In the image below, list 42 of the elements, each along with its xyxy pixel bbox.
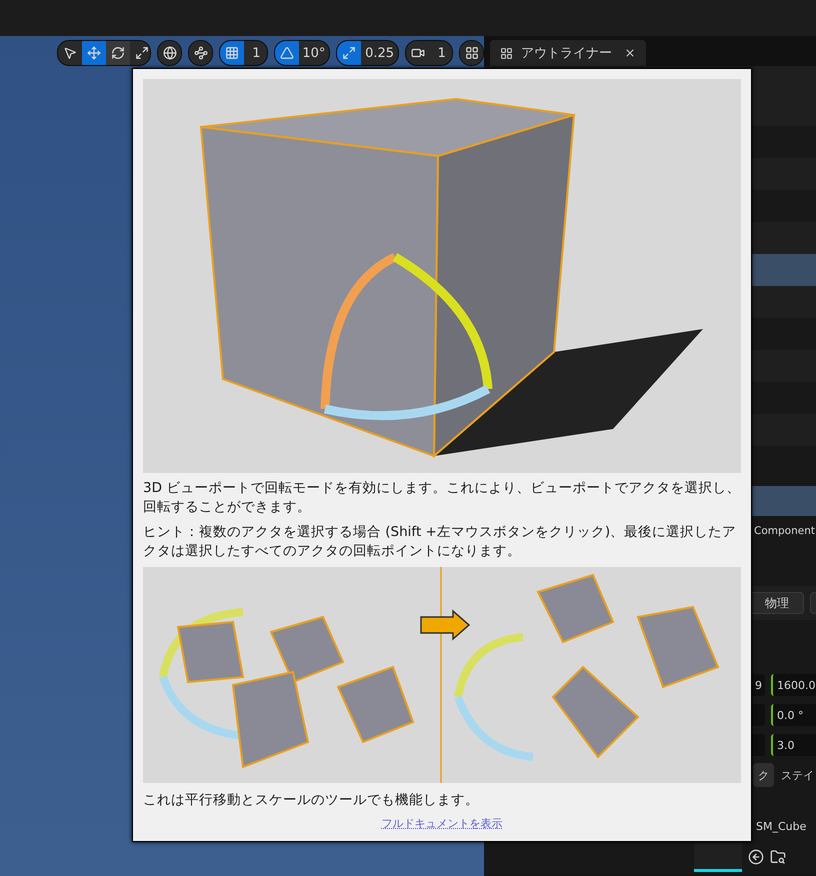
- number-field[interactable]: 3.0: [771, 734, 816, 756]
- outliner-tab[interactable]: アウトライナー: [490, 40, 646, 66]
- snap-toggle-button[interactable]: [337, 41, 362, 65]
- cursor-icon: [63, 46, 77, 60]
- move-icon: [87, 46, 101, 60]
- layout-icon: [464, 46, 479, 60]
- snap-value-button[interactable]: 0.25: [361, 41, 398, 65]
- transform-tool-button[interactable]: [106, 41, 130, 65]
- component-name: Component: [754, 525, 815, 537]
- mesh-thumbnail: [694, 842, 742, 872]
- note-text: これは平行移動とスケールのツールでも機能します。: [143, 791, 480, 810]
- camera-icon: [410, 46, 425, 60]
- number-field[interactable]: 1600.0: [771, 674, 816, 696]
- field-label[interactable]: 9: [751, 674, 765, 696]
- globe-icon: [163, 46, 178, 60]
- outliner-tab-label: アウトライナー: [521, 45, 613, 62]
- snap-value-button[interactable]: 1: [430, 41, 452, 65]
- rotate-icon: [111, 46, 125, 60]
- scale-icon: [342, 46, 356, 60]
- number-field[interactable]: 0.0 °: [771, 704, 816, 726]
- hint-text: ヒント：複数のアクタを選択する場合 (Shift +左マウスボタンをクリック)、最後に選択したアクタは選択したすべてのアクタの回転ポイントになります。: [143, 523, 738, 561]
- documentation-link[interactable]: フルドキュメントを表示: [382, 816, 502, 831]
- snap-toggle-button[interactable]: [274, 41, 298, 65]
- snap-value-button[interactable]: 10°: [298, 41, 330, 65]
- grid-icon: [225, 46, 240, 60]
- asset-name: SM_Cube: [756, 820, 806, 832]
- scale-icon: [135, 46, 149, 60]
- arrow-left-icon[interactable]: [748, 849, 764, 865]
- category-button[interactable]: 物理: [750, 592, 804, 614]
- details-tab[interactable]: ク: [753, 763, 774, 787]
- field-label[interactable]: [751, 734, 765, 756]
- transform-tool-button[interactable]: [130, 41, 150, 65]
- nodes-icon: [194, 46, 208, 60]
- field-label[interactable]: [751, 704, 765, 726]
- close-icon[interactable]: [624, 47, 636, 59]
- snap-value-button[interactable]: 1: [244, 41, 266, 65]
- folder-search-icon[interactable]: [770, 849, 786, 865]
- description-text: 3D ビューポートで回転モードを有効にします。これにより、ビューポートでアクタを選択し、回転することができます。: [143, 479, 741, 517]
- snap-toggle-button[interactable]: [220, 41, 244, 65]
- details-tab[interactable]: ステイ: [776, 763, 816, 787]
- snap-toggle-button[interactable]: [406, 41, 430, 65]
- transform-tool-button[interactable]: [58, 41, 82, 65]
